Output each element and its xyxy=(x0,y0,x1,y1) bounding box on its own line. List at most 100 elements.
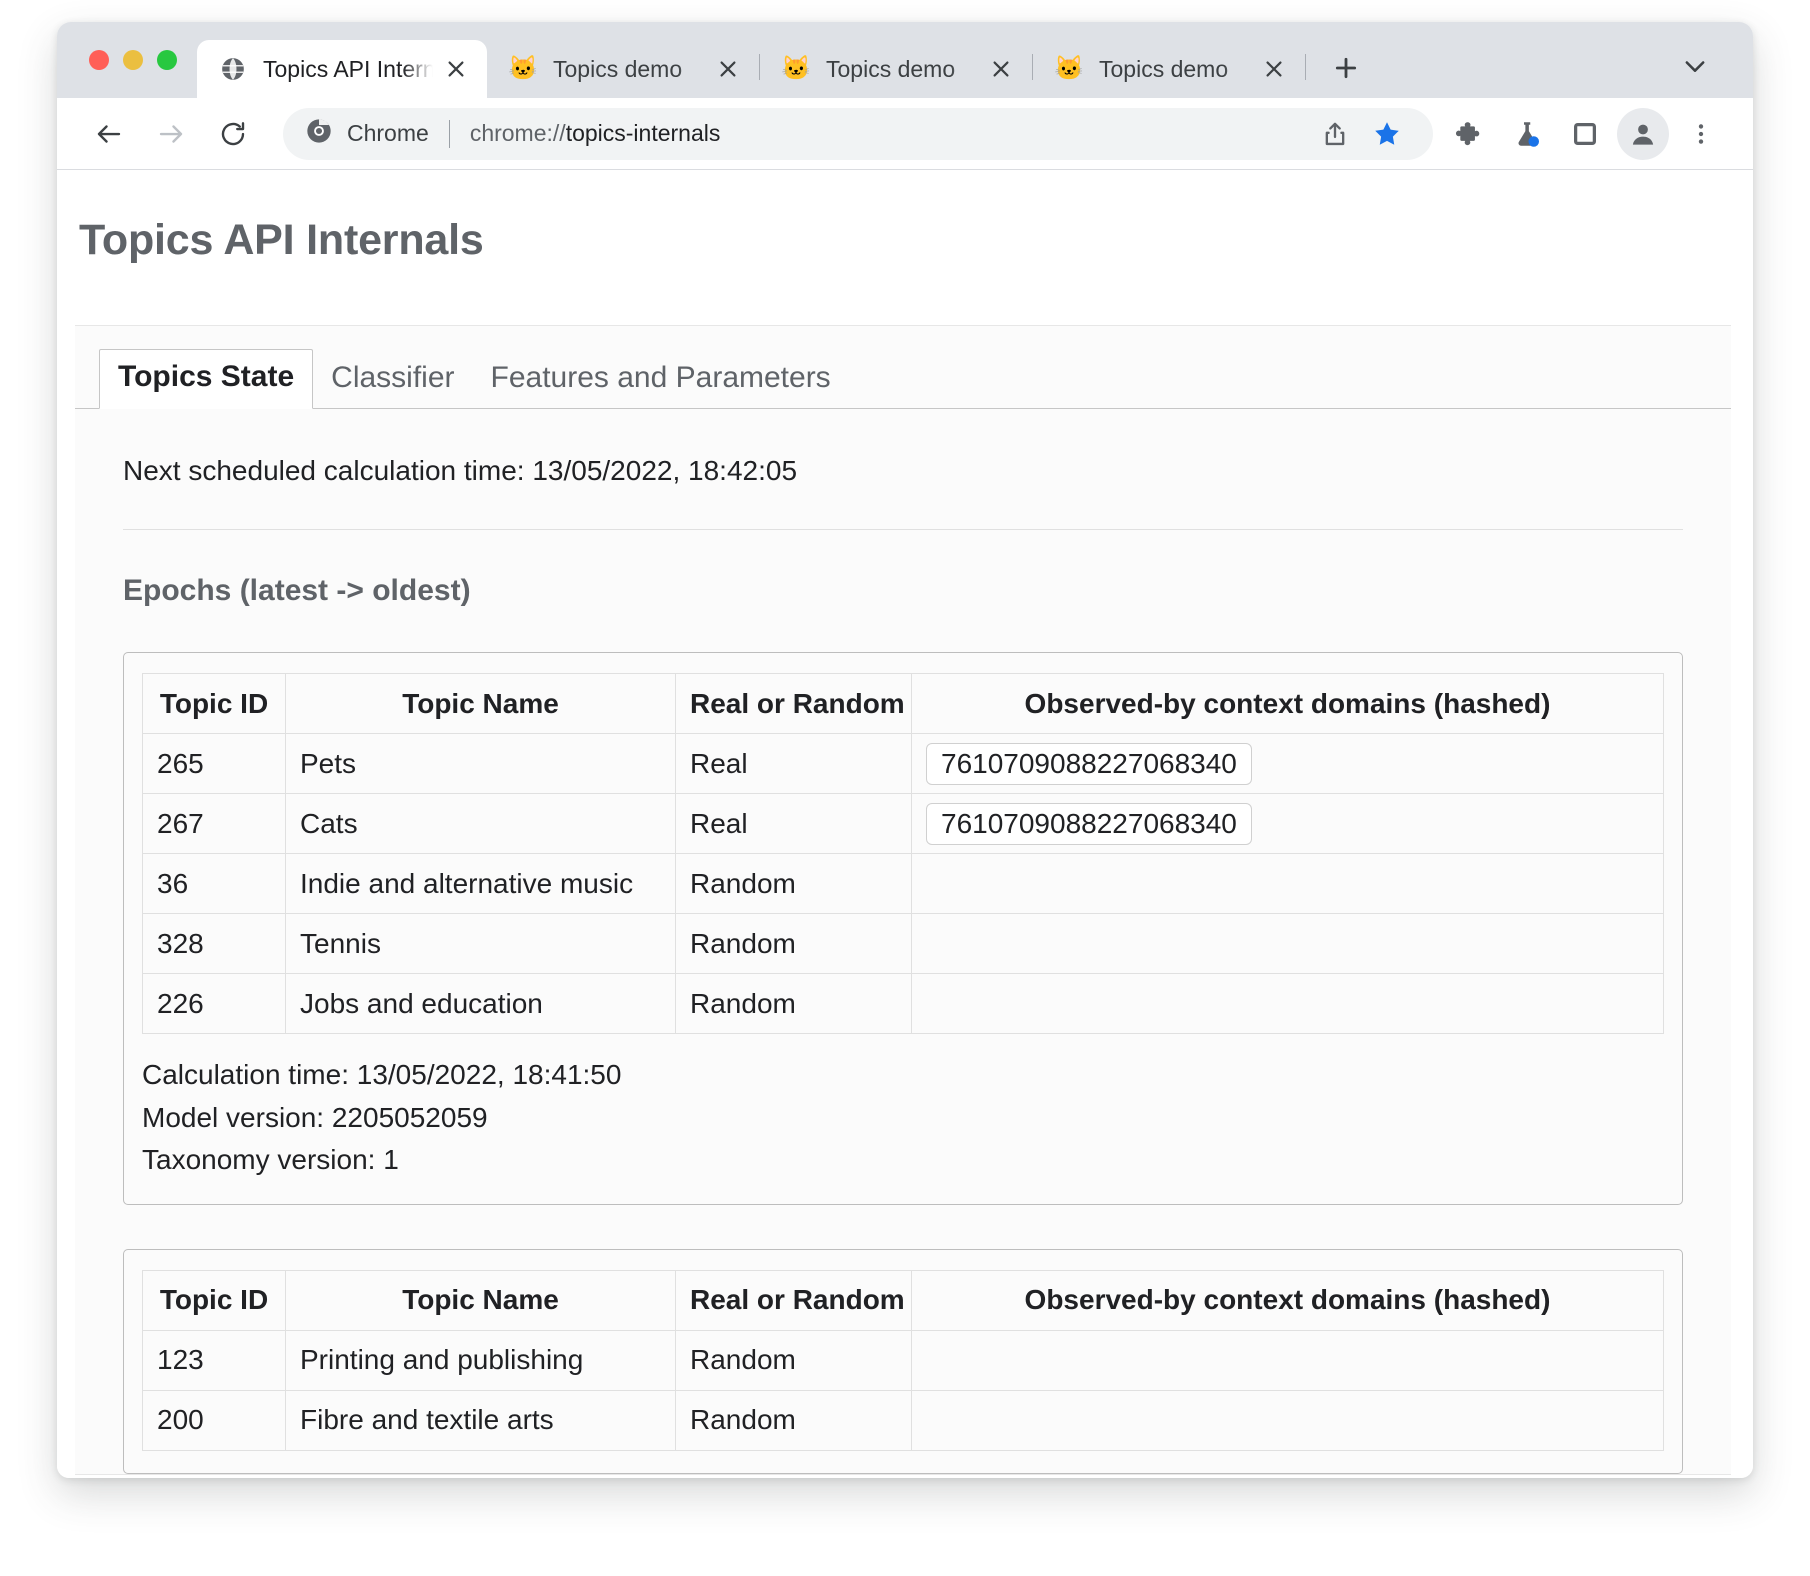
column-header-topic-id: Topic ID xyxy=(143,674,286,734)
column-header-real-or-random: Real or Random xyxy=(676,674,912,734)
cell-real-or-random: Random xyxy=(676,1390,912,1450)
domain-hash-chip: 7610709088227068340 xyxy=(926,803,1252,845)
omnibox-chrome-chip: Chrome xyxy=(305,117,429,150)
tab-title: Topics demo xyxy=(826,56,978,83)
extensions-puzzle-icon[interactable] xyxy=(1443,108,1495,160)
table-header-row: Topic ID Topic Name Real or Random Obser… xyxy=(143,1270,1664,1330)
tab-topics-state[interactable]: Topics State xyxy=(99,349,313,409)
star-icon[interactable] xyxy=(1363,110,1411,158)
experiments-flask-icon[interactable] xyxy=(1501,108,1553,160)
cell-topic-id: 226 xyxy=(143,974,286,1034)
table-row: 226 Jobs and education Random xyxy=(143,974,1664,1034)
column-header-observed-domains: Observed-by context domains (hashed) xyxy=(912,674,1664,734)
cell-observed-domains xyxy=(912,1330,1664,1390)
share-icon[interactable] xyxy=(1311,110,1359,158)
close-icon[interactable] xyxy=(984,52,1018,86)
browser-tab-topics-demo-3[interactable]: 🐱 Topics demo xyxy=(1033,40,1305,98)
epoch-card: Topic ID Topic Name Real or Random Obser… xyxy=(123,652,1683,1205)
epoch-calculation-time: Calculation time: 13/05/2022, 18:41:50 xyxy=(142,1054,1664,1097)
reload-button[interactable] xyxy=(207,108,259,160)
table-row: 328 Tennis Random xyxy=(143,914,1664,974)
chrome-logo-icon xyxy=(305,117,333,150)
table-header-row: Topic ID Topic Name Real or Random Obser… xyxy=(143,674,1664,734)
cell-topic-id: 200 xyxy=(143,1390,286,1450)
cell-topic-name: Tennis xyxy=(286,914,676,974)
cell-topic-name: Printing and publishing xyxy=(286,1330,676,1390)
cell-real-or-random: Random xyxy=(676,1330,912,1390)
cell-topic-name: Jobs and education xyxy=(286,974,676,1034)
tab-nav: Topics State Classifier Features and Par… xyxy=(75,348,1731,409)
cell-topic-id: 328 xyxy=(143,914,286,974)
table-row: 267 Cats Real 7610709088227068340 xyxy=(143,794,1664,854)
epoch-table: Topic ID Topic Name Real or Random Obser… xyxy=(142,1270,1664,1451)
tab-separator xyxy=(1305,54,1306,80)
toolbar-action-buttons xyxy=(1443,108,1727,160)
close-icon[interactable] xyxy=(1257,52,1291,86)
cell-topic-id: 265 xyxy=(143,734,286,794)
table-row: 123 Printing and publishing Random xyxy=(143,1330,1664,1390)
url-scheme: chrome:// xyxy=(470,120,566,146)
page-content: Topics API Internals Topics State Classi… xyxy=(57,216,1753,1475)
tab-title: Topics demo xyxy=(553,56,705,83)
side-panel-icon[interactable] xyxy=(1559,108,1611,160)
cell-topic-id: 36 xyxy=(143,854,286,914)
browser-tab-topics-api-internals[interactable]: Topics API Interna xyxy=(197,40,487,98)
cell-observed-domains xyxy=(912,914,1664,974)
browser-toolbar: Chrome chrome://topics-internals xyxy=(57,98,1753,170)
tab-panel-topics-state: Next scheduled calculation time: 13/05/2… xyxy=(75,455,1731,1474)
cell-real-or-random: Real xyxy=(676,734,912,794)
tab-classifier[interactable]: Classifier xyxy=(313,351,472,409)
page-viewport: Topics API Internals Topics State Classi… xyxy=(57,170,1753,1478)
address-bar[interactable]: Chrome chrome://topics-internals xyxy=(283,108,1433,160)
cell-topic-id: 267 xyxy=(143,794,286,854)
cell-observed-domains xyxy=(912,1390,1664,1450)
epoch-taxonomy-version: Taxonomy version: 1 xyxy=(142,1139,1664,1182)
window-close-button[interactable] xyxy=(89,50,109,70)
profile-avatar[interactable] xyxy=(1617,108,1669,160)
close-icon[interactable] xyxy=(439,52,473,86)
tab-list: Topics API Interna 🐱 Topics demo xyxy=(197,22,1370,98)
cell-real-or-random: Random xyxy=(676,854,912,914)
chrome-menu-icon[interactable] xyxy=(1675,108,1727,160)
cell-topic-name: Pets xyxy=(286,734,676,794)
cell-topic-name: Fibre and textile arts xyxy=(286,1390,676,1450)
cell-real-or-random: Random xyxy=(676,914,912,974)
page-title: Topics API Internals xyxy=(79,216,1753,265)
epochs-heading: Epochs (latest -> oldest) xyxy=(123,574,1731,608)
browser-tab-topics-demo-2[interactable]: 🐱 Topics demo xyxy=(760,40,1032,98)
cell-topic-name: Indie and alternative music xyxy=(286,854,676,914)
omnibox-actions xyxy=(1311,110,1411,158)
tab-features-and-parameters[interactable]: Features and Parameters xyxy=(473,351,849,409)
window-minimize-button[interactable] xyxy=(123,50,143,70)
table-row: 36 Indie and alternative music Random xyxy=(143,854,1664,914)
cell-real-or-random: Random xyxy=(676,974,912,1034)
epoch-table: Topic ID Topic Name Real or Random Obser… xyxy=(142,673,1664,1034)
new-tab-button[interactable] xyxy=(1322,44,1370,92)
url-host: topics-internals xyxy=(566,120,721,146)
cell-topic-id: 123 xyxy=(143,1330,286,1390)
cell-observed-domains: 7610709088227068340 xyxy=(912,794,1664,854)
close-icon[interactable] xyxy=(711,52,745,86)
epoch-card: Topic ID Topic Name Real or Random Obser… xyxy=(123,1249,1683,1474)
cell-observed-domains: 7610709088227068340 xyxy=(912,734,1664,794)
back-button[interactable] xyxy=(83,108,135,160)
tab-title: Topics demo xyxy=(1099,56,1251,83)
domain-hash-chip: 7610709088227068340 xyxy=(926,743,1252,785)
window-maximize-button[interactable] xyxy=(157,50,177,70)
next-scheduled-calculation-time: Next scheduled calculation time: 13/05/2… xyxy=(123,455,1731,487)
topics-internals-tab-container: Topics State Classifier Features and Par… xyxy=(75,325,1731,1475)
epoch-metadata: Calculation time: 13/05/2022, 18:41:50 M… xyxy=(142,1054,1664,1182)
omnibox-divider xyxy=(449,120,450,148)
omnibox-chip-label: Chrome xyxy=(347,120,429,147)
column-header-topic-id: Topic ID xyxy=(143,1270,286,1330)
column-header-topic-name: Topic Name xyxy=(286,1270,676,1330)
cell-observed-domains xyxy=(912,974,1664,1034)
screenshot-root: Topics API Interna 🐱 Topics demo xyxy=(0,0,1810,1576)
tab-title: Topics API Interna xyxy=(263,56,433,83)
cell-observed-domains xyxy=(912,854,1664,914)
tab-search-chevron-down-icon[interactable] xyxy=(1671,42,1719,90)
table-row: 200 Fibre and textile arts Random xyxy=(143,1390,1664,1450)
epoch-model-version: Model version: 2205052059 xyxy=(142,1097,1664,1140)
browser-tab-topics-demo-1[interactable]: 🐱 Topics demo xyxy=(487,40,759,98)
forward-button[interactable] xyxy=(145,108,197,160)
